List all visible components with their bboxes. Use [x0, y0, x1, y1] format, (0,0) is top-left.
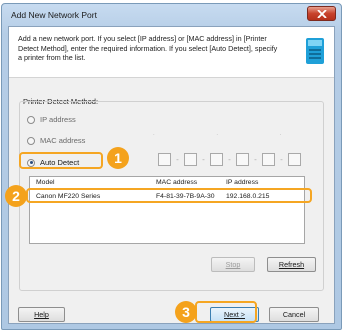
printer-row-highlight	[26, 188, 312, 203]
mac-field-4	[236, 153, 249, 166]
refresh-button-label: Refresh	[278, 260, 305, 269]
mac-field-1	[158, 153, 171, 166]
mac-address-option[interactable]: MAC address	[27, 136, 85, 145]
callout-badge-1: 1	[107, 147, 129, 169]
callout-badge-3: 3	[175, 301, 197, 323]
description-text: Add a new network port. If you select [I…	[18, 34, 278, 62]
close-button[interactable]	[307, 6, 336, 21]
mac-separator: -	[280, 155, 283, 164]
column-mac-address[interactable]: MAC address	[156, 179, 197, 186]
stop-button-label: Stop	[225, 260, 241, 269]
mac-separator: -	[202, 155, 205, 164]
stop-button[interactable]: Stop	[211, 257, 255, 272]
help-button-label: Help	[34, 310, 49, 319]
ip-address-option[interactable]: IP address	[27, 115, 76, 124]
window-title: Add New Network Port	[11, 10, 97, 20]
mac-separator: -	[176, 155, 179, 164]
cancel-button[interactable]: Cancel	[269, 307, 319, 322]
column-ip-address[interactable]: IP address	[226, 179, 258, 186]
mac-field-6	[288, 153, 301, 166]
radio-ip-address[interactable]	[27, 115, 35, 124]
title-bar: Add New Network Port	[2, 4, 341, 26]
next-button-highlight	[195, 301, 257, 323]
mac-field-5	[262, 153, 275, 166]
ip-address-field: . . .	[153, 131, 312, 137]
printer-list[interactable]: Model MAC address IP address Canon MF220…	[29, 176, 305, 244]
ip-address-label: IP address	[40, 115, 76, 124]
radio-mac-address[interactable]	[27, 136, 35, 145]
dialog-body: Add a new network port. If you select [I…	[8, 26, 335, 324]
wizard-header: Add a new network port. If you select [I…	[9, 27, 334, 78]
mac-separator: -	[254, 155, 257, 164]
mac-field-2	[184, 153, 197, 166]
network-wizard-icon	[306, 38, 324, 64]
help-button[interactable]: Help	[18, 307, 65, 322]
close-icon	[317, 10, 327, 18]
mac-field-3	[210, 153, 223, 166]
mac-address-fields: - - - - -	[158, 153, 301, 166]
refresh-button[interactable]: Refresh	[267, 257, 316, 272]
callout-badge-2: 2	[5, 185, 27, 207]
mac-address-label: MAC address	[40, 136, 86, 145]
mac-separator: -	[228, 155, 231, 164]
auto-detect-highlight	[19, 152, 103, 169]
cancel-button-label: Cancel	[282, 310, 306, 319]
column-model[interactable]: Model	[36, 179, 55, 186]
